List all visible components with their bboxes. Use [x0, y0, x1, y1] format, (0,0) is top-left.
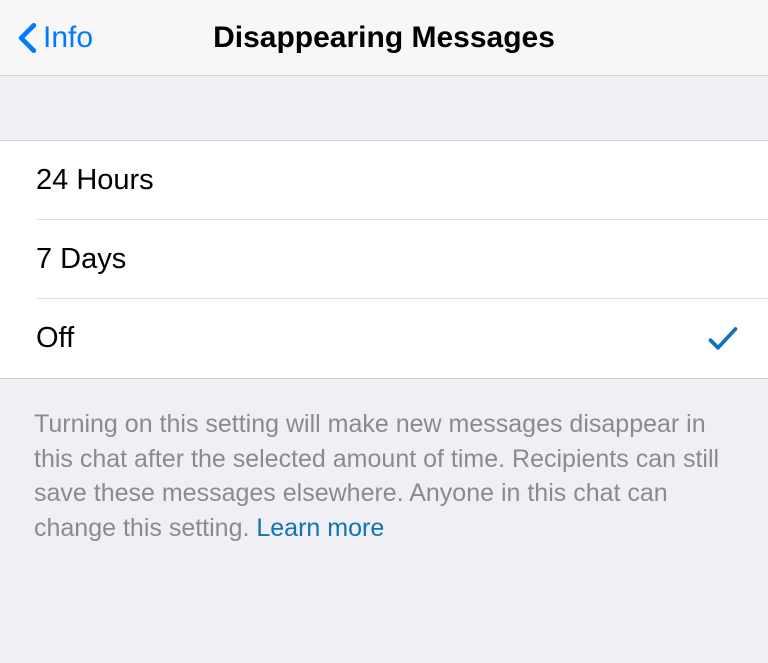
option-label: 24 Hours — [36, 164, 154, 197]
checkmark-icon — [708, 326, 738, 352]
footer-description: Turning on this setting will make new me… — [0, 379, 768, 545]
option-off[interactable]: Off — [0, 299, 768, 378]
option-24-hours[interactable]: 24 Hours — [0, 141, 768, 220]
navigation-header: Info Disappearing Messages — [0, 0, 768, 76]
options-list: 24 Hours 7 Days Off — [0, 140, 768, 379]
chevron-left-icon — [18, 22, 37, 54]
page-title: Disappearing Messages — [0, 21, 768, 55]
back-label: Info — [43, 21, 93, 55]
learn-more-link[interactable]: Learn more — [256, 514, 384, 542]
option-label: 7 Days — [36, 243, 126, 276]
option-label: Off — [36, 322, 74, 355]
section-spacer — [0, 76, 768, 140]
option-7-days[interactable]: 7 Days — [0, 220, 768, 299]
back-button[interactable]: Info — [0, 21, 93, 55]
